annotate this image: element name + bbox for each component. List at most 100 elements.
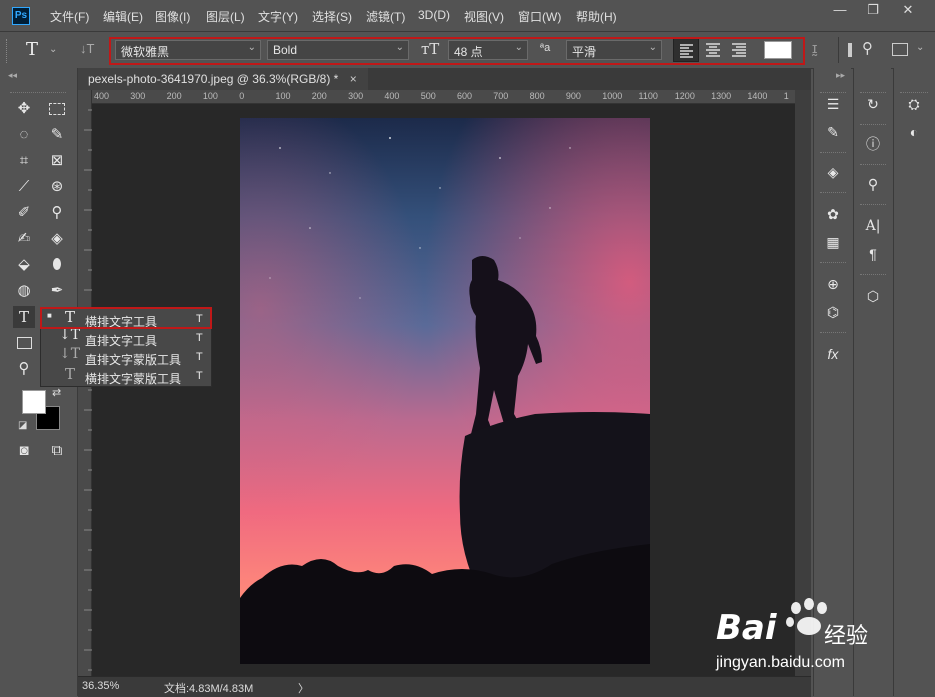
flyout-highlight-box (40, 307, 212, 329)
collapse-arrows-icon[interactable]: ▸▸ (836, 70, 845, 81)
type-tool-icon[interactable]: T (13, 306, 35, 328)
info-icon[interactable]: ⓘ (860, 132, 886, 156)
warp-text-icon[interactable]: ɪ̰ (812, 40, 817, 57)
ruler-tick-label: 300 (130, 91, 146, 101)
swatches-palette-icon[interactable]: ✿ (820, 202, 846, 226)
chevron-down-icon[interactable]: ⌄ (49, 44, 57, 55)
panel-grip (860, 124, 886, 127)
minimize-button[interactable]: — (825, 2, 855, 20)
search-icon[interactable]: ⚲ (862, 39, 873, 57)
close-window-button[interactable]: ✕ (893, 2, 923, 20)
foreground-color-swatch-top[interactable] (22, 390, 46, 414)
eyedropper-tool-icon[interactable]: ⟋ (13, 176, 35, 198)
dodge-tool-icon[interactable]: ◍ (13, 280, 35, 302)
move-tool-icon[interactable]: ✥ (13, 98, 35, 120)
clone-source-icon[interactable]: ⚲ (860, 172, 886, 196)
panel-grip (860, 164, 886, 167)
default-colors-icon[interactable]: ◪ (18, 420, 27, 431)
paths-icon[interactable]: ⌬ (820, 300, 846, 324)
menu-select[interactable]: 选择(S) (312, 8, 352, 24)
vertical-scrollbar[interactable] (795, 90, 811, 676)
type-tool-preset-icon[interactable]: T (26, 39, 38, 60)
flyout-item-shortcut: T (196, 370, 203, 382)
properties-sliders-icon[interactable]: ☰ (820, 92, 846, 116)
menu-type[interactable]: 文字(Y) (258, 8, 298, 24)
pen-tool-icon[interactable]: ✒ (46, 280, 68, 302)
menu-3d[interactable]: 3D(D) (418, 8, 450, 24)
menu-window[interactable]: 窗口(W) (518, 8, 561, 24)
chevron-down-icon[interactable]: ⌄ (916, 42, 924, 53)
ruler-tick-label: 300 (348, 91, 364, 101)
adjustments-icon[interactable]: ◐ (901, 120, 927, 144)
panel-grip (820, 332, 846, 335)
marquee-tool-icon[interactable] (46, 98, 68, 120)
layers-icon[interactable]: ◈ (820, 160, 846, 184)
zoom-level[interactable]: 36.35% (82, 680, 119, 692)
panel-grip (860, 274, 886, 277)
ruler-tick-label: 400 (94, 91, 110, 101)
quick-select-tool-icon[interactable]: ✎ (46, 124, 68, 146)
libraries-icon[interactable]: ⛭ (901, 92, 927, 116)
patch-tool-icon[interactable]: ⊛ (46, 176, 68, 198)
character-panel-icon[interactable] (848, 43, 852, 57)
stamp-tool-icon[interactable]: ⚲ (46, 202, 68, 224)
text-orientation-icon[interactable]: ↓T (80, 41, 94, 56)
status-menu-arrow-icon[interactable]: 〉 (298, 680, 309, 696)
document-size: 文档:4.83M/4.83M (164, 683, 254, 695)
watermark-brand: Bai (716, 608, 777, 648)
lasso-tool-icon[interactable]: ◌ (13, 124, 35, 146)
panel-grip (820, 262, 846, 265)
divider (838, 37, 839, 63)
ruler-tick-label: 100 (275, 91, 291, 101)
history-brush-tool-icon[interactable]: ✍ (13, 228, 35, 250)
flyout-item-shortcut: T (196, 351, 203, 363)
sunset-silhouette-image (240, 118, 650, 664)
close-tab-icon[interactable]: × (350, 72, 357, 86)
ruler-tick-label: 800 (529, 91, 545, 101)
frame-tool-icon[interactable]: ⊠ (46, 150, 68, 172)
document-photo[interactable] (240, 118, 650, 664)
paint-bucket-tool-icon[interactable]: ⬙ (13, 254, 35, 276)
status-bar: 36.35% 文档:4.83M/4.83M 〉 (78, 676, 811, 697)
workspace-icon[interactable] (892, 43, 908, 56)
ruler-tick-label: 200 (166, 91, 182, 101)
document-tab-title: pexels-photo-3641970.jpeg @ 36.3%(RGB/8)… (88, 72, 339, 86)
menu-view[interactable]: 视图(V) (464, 8, 504, 24)
ruler-tick-label: 0 (239, 91, 245, 101)
history-icon[interactable]: ↻ (860, 92, 886, 116)
grid-icon[interactable]: ▦ (820, 230, 846, 254)
menu-file[interactable]: 文件(F) (50, 8, 89, 24)
rectangle-tool-icon[interactable] (13, 332, 35, 354)
brush-settings-icon[interactable]: ✎ (820, 120, 846, 144)
menu-help[interactable]: 帮助(H) (576, 8, 617, 24)
blur-tool-icon[interactable]: ⬮ (46, 254, 68, 276)
horizontal-ruler: 400 300 200 100 0 100 200 300 400 500 600 700 800 900… (78, 90, 795, 104)
paragraph-icon[interactable]: ¶ (860, 242, 886, 266)
eraser-tool-icon[interactable]: ◈ (46, 228, 68, 250)
ruler-tick-label: 1100 (638, 91, 658, 101)
crop-tool-icon[interactable]: ⌗ (13, 150, 35, 172)
fx-styles-icon[interactable]: fx (820, 342, 846, 366)
menu-bar: Ps 文件(F) 编辑(E) 图像(I) 图层(L) 文字(Y) 选择(S) 滤… (0, 0, 935, 32)
brush-tool-icon[interactable]: ✐ (13, 202, 35, 224)
zoom-tool-icon[interactable]: ⚲ (13, 358, 35, 380)
collapse-arrows-icon[interactable]: ◂◂ (8, 70, 17, 81)
document-tab[interactable]: pexels-photo-3641970.jpeg @ 36.3%(RGB/8)… (78, 68, 368, 90)
menu-filter[interactable]: 滤镜(T) (366, 8, 405, 24)
swap-colors-icon[interactable]: ⇄ (52, 386, 61, 399)
quick-mask-icon[interactable]: ◙ (13, 440, 35, 462)
flyout-item-horizontal-type-mask[interactable]: T 横排文字蒙版工具 T (41, 365, 211, 386)
ruler-tick-label: 1300 (711, 91, 732, 101)
3d-cube-icon[interactable]: ⬡ (860, 284, 886, 308)
baidu-jingyan-watermark: Bai 经验 jingyan.baidu.com (716, 596, 916, 676)
screen-mode-icon[interactable]: ⧉ (46, 440, 68, 462)
ruler-tick-label: 900 (565, 91, 581, 101)
ruler-tick-label: 400 (384, 91, 400, 101)
character-icon[interactable]: A| (860, 214, 886, 238)
channels-icon[interactable]: ⊕ (820, 272, 846, 296)
ruler-tick-label: 500 (420, 91, 436, 101)
menu-edit[interactable]: 编辑(E) (103, 8, 143, 24)
restore-button[interactable]: ❐ (858, 2, 888, 20)
menu-layer[interactable]: 图层(L) (206, 8, 245, 24)
menu-image[interactable]: 图像(I) (155, 8, 190, 24)
